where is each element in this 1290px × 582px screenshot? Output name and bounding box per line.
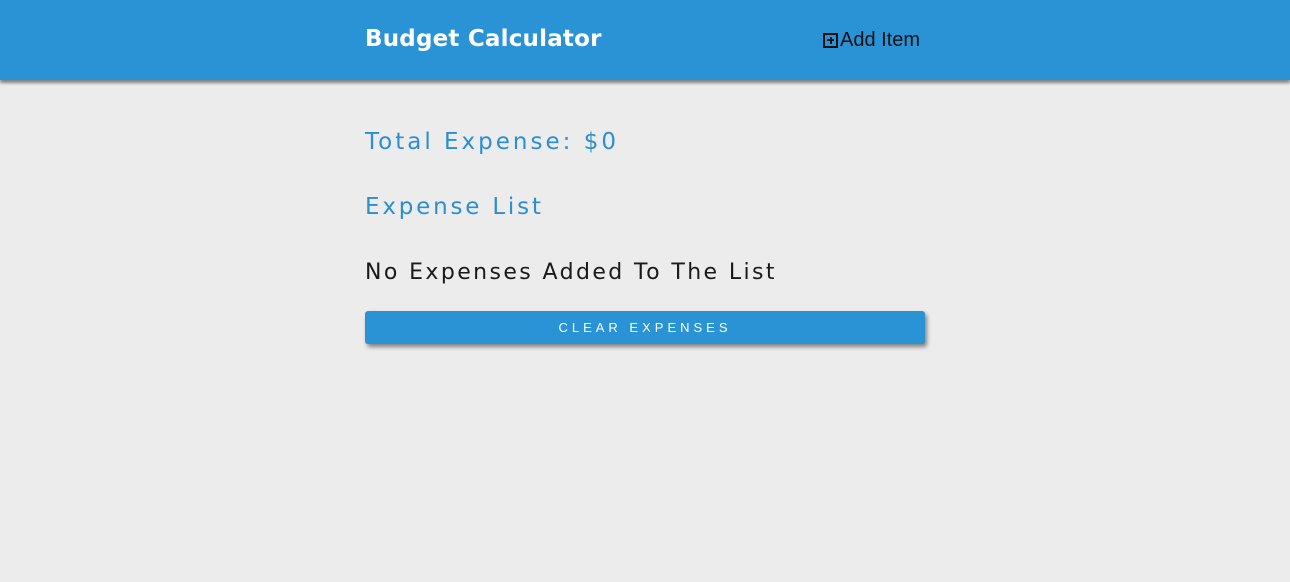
clear-expenses-button[interactable]: CLEAR EXPENSES	[365, 311, 925, 344]
expense-list-title: Expense List	[365, 194, 544, 220]
add-item-button[interactable]: Add Item	[823, 27, 920, 53]
empty-list-message: No Expenses Added To The List	[365, 260, 777, 285]
add-item-label: Add Item	[840, 28, 921, 51]
app-title: Budget Calculator	[365, 26, 602, 52]
navbar: Budget Calculator Add Item	[0, 0, 1290, 80]
plus-square-icon	[823, 32, 838, 48]
total-expense: Total Expense: $0	[365, 129, 619, 155]
